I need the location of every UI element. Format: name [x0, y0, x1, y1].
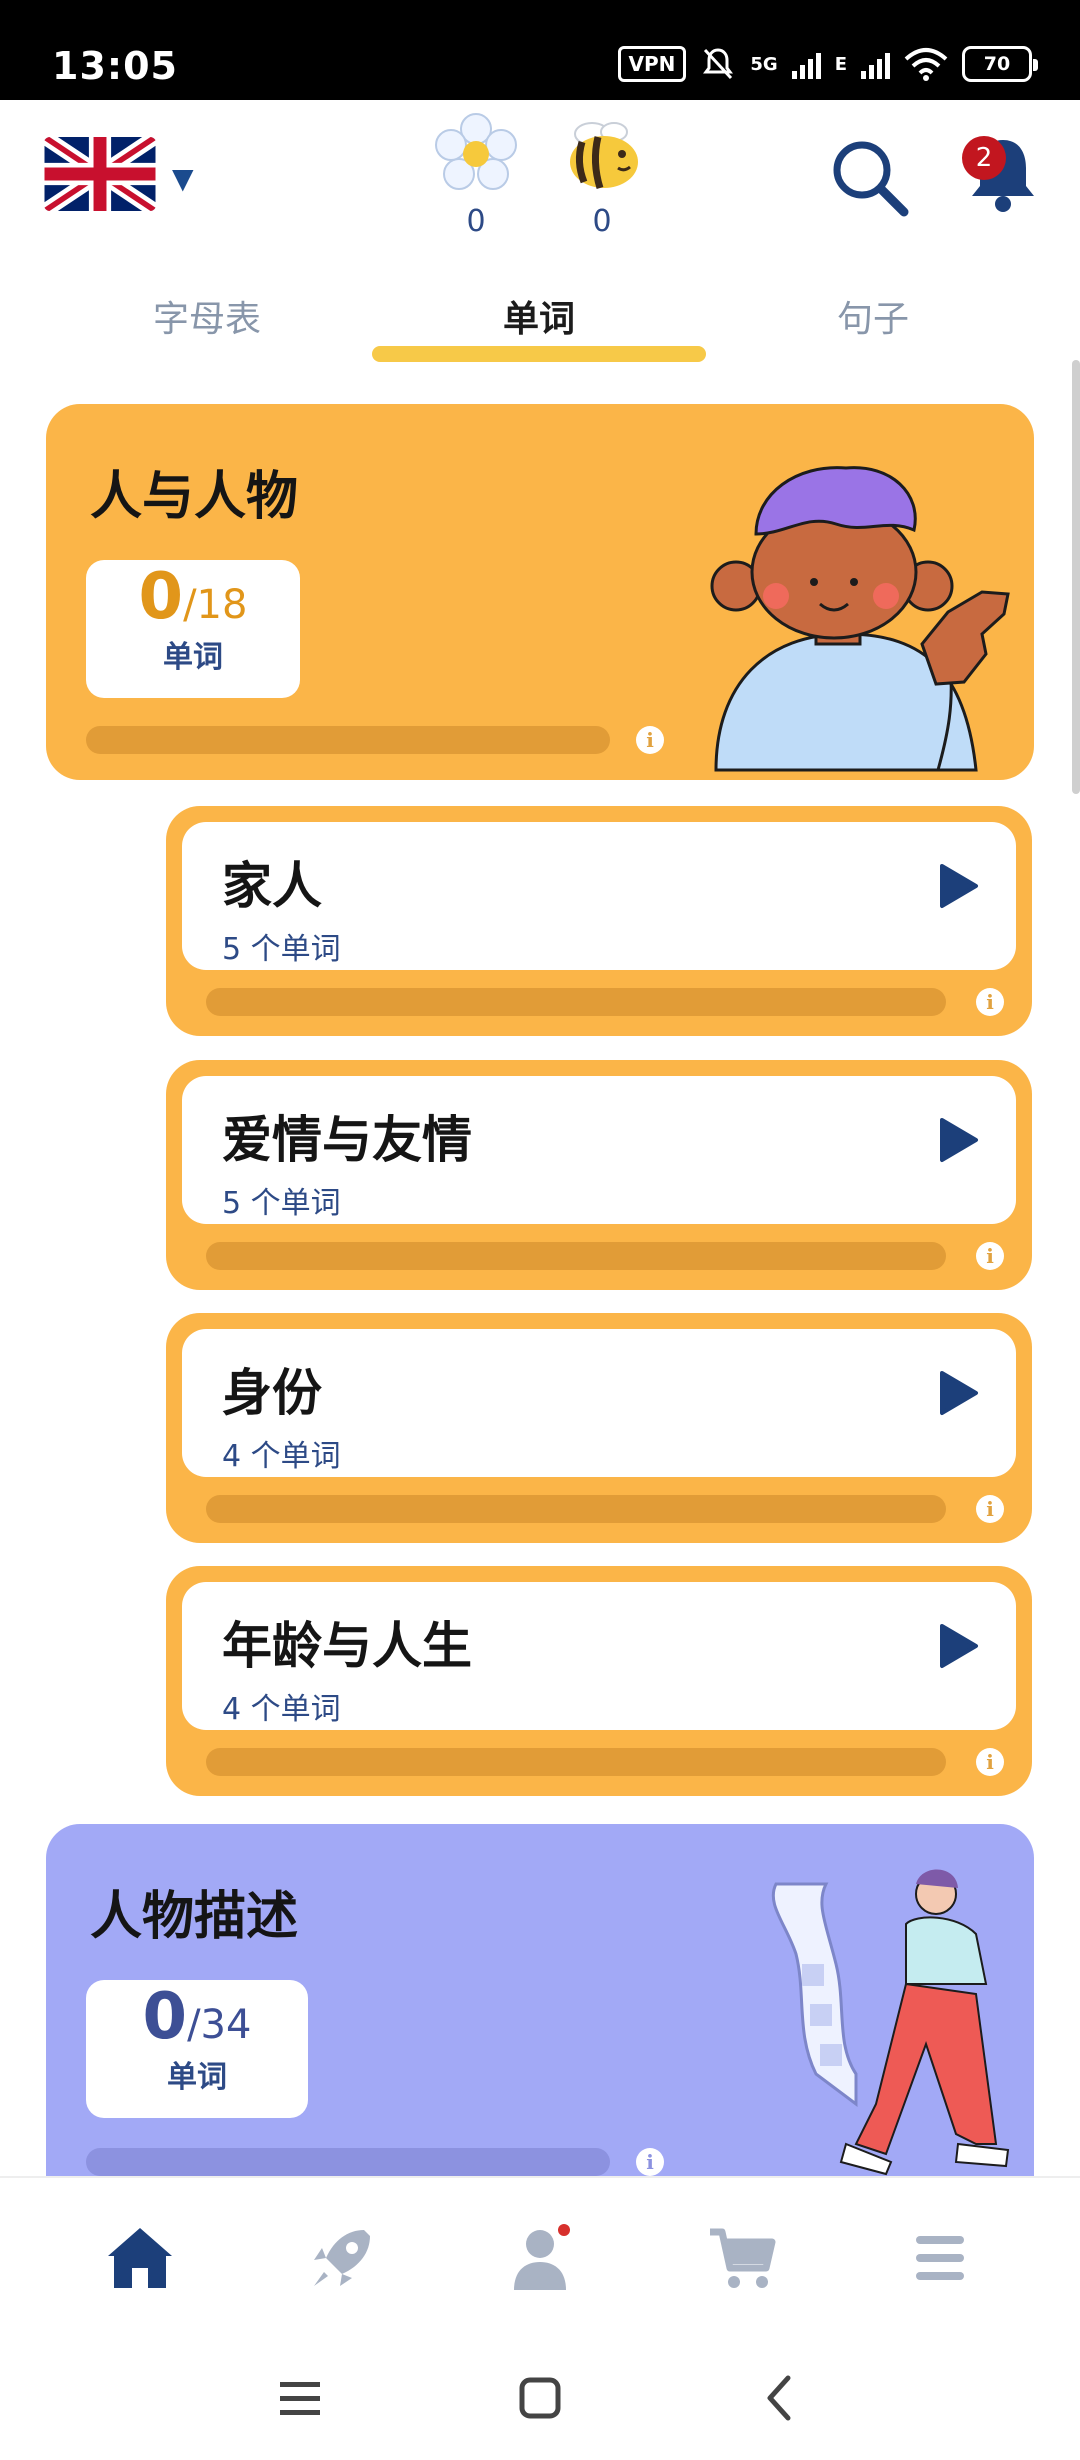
play-icon[interactable] [938, 862, 980, 910]
mute-icon [703, 48, 734, 80]
status-icons: VPN 5G E 70 [617, 46, 1038, 82]
status-bar: 13:05 VPN 5G E 70 [0, 0, 1080, 100]
flower-icon [435, 113, 517, 190]
home-button-icon[interactable] [510, 2368, 570, 2428]
lesson-card-inner: 年龄与人生 4 个单词 [182, 1582, 1016, 1730]
lesson-card-inner: 爱情与友情 5 个单词 [182, 1076, 1016, 1224]
words-unit: 单词 [163, 640, 223, 675]
signal-icon-2 [861, 49, 890, 79]
tab-sentences[interactable]: 句子 [708, 290, 1038, 342]
lesson-progress-bar [206, 988, 946, 1016]
menu-icon[interactable] [900, 2218, 980, 2298]
category-progress-bar [86, 726, 610, 754]
info-icon[interactable]: i [976, 1748, 1004, 1776]
chevron-down-icon[interactable]: ▼ [172, 162, 194, 195]
tab-words[interactable]: 单词 [374, 290, 704, 342]
active-tab-indicator [372, 346, 706, 362]
lesson-card-inner: 身份 4 个单词 [182, 1329, 1016, 1477]
system-navigation-bar [0, 2316, 1080, 2460]
recents-icon[interactable] [270, 2368, 330, 2428]
person-reading-list-illustration [771, 1869, 1010, 2176]
status-time: 13:05 [52, 44, 178, 88]
bottom-navigation [0, 2176, 1080, 2316]
battery-icon: 70 [962, 46, 1038, 82]
bee-icon [570, 122, 638, 190]
app-header: ▼ 0 0 2 [0, 100, 1080, 260]
cart-icon[interactable] [702, 2218, 782, 2298]
uk-flag-icon[interactable] [44, 137, 156, 211]
lesson-word-count: 4 个单词 [222, 1692, 341, 1727]
lesson-title: 年龄与人生 [222, 1617, 472, 1675]
info-icon[interactable]: i [636, 2148, 664, 2176]
lesson-card-love-friendship[interactable]: 爱情与友情 5 个单词 i [166, 1060, 1032, 1290]
lesson-word-count: 5 个单词 [222, 932, 341, 967]
word-count-box: 0/34 单词 [86, 1980, 308, 2118]
wifi-icon [904, 48, 948, 81]
category-title: 人与人物 [90, 467, 299, 527]
category-title: 人物描述 [90, 1887, 299, 1947]
lesson-card-inner: 家人 5 个单词 [182, 822, 1016, 970]
lesson-card-age-life[interactable]: 年龄与人生 4 个单词 i [166, 1566, 1032, 1796]
vpn-icon: VPN [617, 46, 687, 82]
category-card-description[interactable]: 人物描述 0/34 单词 i [46, 1824, 1034, 2184]
category-card-people[interactable]: 人与人物 0/18 单词 i [46, 404, 1034, 780]
notification-badge: 2 [962, 136, 1006, 180]
word-count-box: 0/18 单词 [86, 560, 300, 698]
network-e-label: E [834, 53, 847, 75]
info-icon[interactable]: i [976, 1495, 1004, 1523]
signal-icon [791, 49, 821, 79]
words-done: 0 [142, 1980, 188, 2054]
words-done: 0 [138, 560, 184, 634]
info-icon[interactable]: i [976, 988, 1004, 1016]
lesson-word-count: 5 个单词 [222, 1186, 341, 1221]
play-icon[interactable] [938, 1622, 980, 1670]
rocket-icon[interactable] [302, 2218, 382, 2298]
lesson-card-family[interactable]: 家人 5 个单词 i [166, 806, 1032, 1036]
home-icon[interactable] [100, 2218, 180, 2298]
bee-counter[interactable]: 0 [552, 112, 652, 239]
info-icon[interactable]: i [636, 726, 664, 754]
scrollbar[interactable] [1072, 360, 1080, 794]
play-icon[interactable] [938, 1116, 980, 1164]
lesson-progress-bar [206, 1242, 946, 1270]
words-unit: 单词 [167, 2060, 227, 2095]
info-icon[interactable]: i [976, 1242, 1004, 1270]
category-progress-bar [86, 2148, 610, 2176]
network-5g-label: 5G [750, 53, 778, 75]
lesson-word-count: 4 个单词 [222, 1439, 341, 1474]
play-icon[interactable] [938, 1369, 980, 1417]
flower-counter[interactable]: 0 [426, 112, 526, 239]
person-waving-illustration [710, 466, 1010, 772]
back-icon[interactable] [750, 2368, 810, 2428]
bee-count: 0 [592, 204, 612, 239]
lesson-title: 爱情与友情 [222, 1111, 472, 1169]
search-icon[interactable] [828, 136, 912, 220]
profile-icon[interactable] [502, 2218, 582, 2298]
flower-count: 0 [466, 204, 486, 239]
lesson-progress-bar [206, 1748, 946, 1776]
lesson-title: 身份 [222, 1364, 322, 1422]
lesson-progress-bar [206, 1495, 946, 1523]
lesson-title: 家人 [222, 857, 322, 915]
words-total: /34 [187, 2002, 252, 2048]
tab-alphabet[interactable]: 字母表 [42, 290, 372, 342]
lesson-card-identity[interactable]: 身份 4 个单词 i [166, 1313, 1032, 1543]
words-total: /18 [183, 582, 248, 628]
